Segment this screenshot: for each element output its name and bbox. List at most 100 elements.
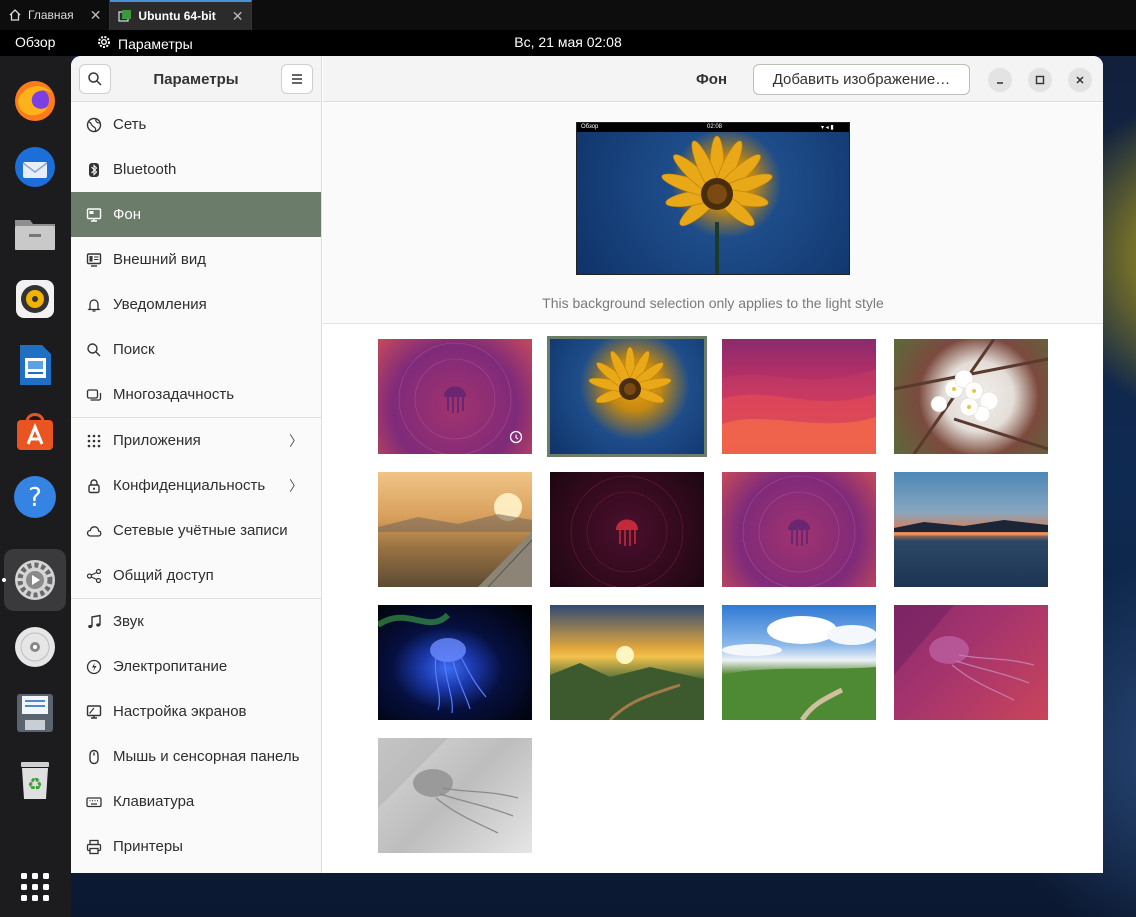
wallpaper-thumbnail[interactable] <box>550 472 704 587</box>
jellyfish-glow-image <box>378 612 487 714</box>
wallpaper-thumbnail[interactable] <box>550 605 704 720</box>
wallpaper-thumbnail[interactable] <box>378 605 532 720</box>
dvd-icon[interactable] <box>12 624 58 670</box>
sidebar-item-sound[interactable]: Звук <box>71 599 321 644</box>
chevron-right-icon: 〉 <box>289 432 303 449</box>
lock-icon <box>85 477 103 495</box>
search-icon <box>85 341 103 359</box>
jellyfish-purple-image <box>894 605 1035 701</box>
preview-note: This background selection only applies t… <box>542 295 884 311</box>
sidebar-item-privacy[interactable]: Конфиденциальность 〉 <box>71 463 321 508</box>
keyboard-icon <box>85 793 103 811</box>
jellyfish-gray-image <box>378 738 519 834</box>
sidebar-item-label: Настройка экранов <box>113 703 247 720</box>
sidebar-item-printers[interactable]: Принтеры <box>71 824 321 869</box>
cloud-icon <box>85 522 103 540</box>
close-button[interactable] <box>1068 68 1092 92</box>
clock[interactable]: Вс, 21 мая 02:08 <box>0 34 1136 50</box>
host-tab-label: Главная <box>28 8 74 22</box>
sidebar-item-search[interactable]: Поиск <box>71 327 321 372</box>
sidebar-list: Сеть Bluetooth Фон Внешний вид Уведомлен… <box>71 102 321 869</box>
preview-top-bar: Обзор 02:08 ▾ ◂ ▮ <box>577 123 849 132</box>
globe-icon <box>85 116 103 134</box>
maximize-button[interactable] <box>1028 68 1052 92</box>
mountain-sunset-image <box>550 646 704 720</box>
show-apps-icon[interactable] <box>12 864 58 910</box>
wallpaper-thumbnail[interactable] <box>722 472 876 587</box>
rhythmbox-icon[interactable] <box>12 276 58 322</box>
wallpaper-thumbnail[interactable] <box>378 472 532 587</box>
sidebar-item-label: Многозадачность <box>113 386 235 403</box>
host-tab-home[interactable]: Главная ✕ <box>0 0 111 30</box>
blossom-image <box>894 339 1048 454</box>
wallpaper-thumbnail[interactable] <box>722 605 876 720</box>
sidebar-item-displays[interactable]: Настройка экранов <box>71 689 321 734</box>
minimize-icon <box>997 82 1003 84</box>
sidebar-item-notifications[interactable]: Уведомления <box>71 282 321 327</box>
firefox-icon[interactable] <box>12 78 58 124</box>
save-icon[interactable] <box>12 690 58 736</box>
appearance-icon <box>85 251 103 269</box>
sidebar-item-mouse[interactable]: Мышь и сенсорная панель <box>71 734 321 779</box>
sidebar-item-label: Принтеры <box>113 838 183 855</box>
apps-grid-icon <box>85 432 103 450</box>
sidebar-item-appearance[interactable]: Внешний вид <box>71 237 321 282</box>
wallpaper-thumbnail[interactable] <box>378 339 532 454</box>
wallpaper-thumbnail[interactable] <box>722 339 876 454</box>
printer-icon <box>85 838 103 856</box>
sidebar-item-keyboard[interactable]: Клавиатура <box>71 779 321 824</box>
sidebar-item-applications[interactable]: Приложения 〉 <box>71 418 321 463</box>
display-icon <box>85 703 103 721</box>
field-boardwalk-image <box>378 493 532 587</box>
files-icon[interactable] <box>12 210 58 256</box>
host-tab-ubuntu[interactable]: Ubuntu 64-bit ✕ <box>110 0 253 30</box>
app-center-icon[interactable] <box>12 408 58 454</box>
chevron-right-icon: 〉 <box>289 477 303 494</box>
libreoffice-writer-icon[interactable] <box>12 342 58 388</box>
sidebar-item-online-accounts[interactable]: Сетевые учётные записи <box>71 508 321 553</box>
trash-icon[interactable]: ♻ <box>12 756 58 802</box>
settings-window: Параметры Сеть Bluetooth Фон Внешний вид <box>71 56 1103 873</box>
sidebar-item-bluetooth[interactable]: Bluetooth <box>71 147 321 192</box>
wallpaper-thumbnail[interactable] <box>894 605 1048 720</box>
monitor-icon <box>85 206 103 224</box>
sidebar-item-power[interactable]: Электропитание <box>71 644 321 689</box>
sidebar-item-label: Сеть <box>113 116 147 133</box>
wallpaper-thumbnail[interactable] <box>894 339 1048 454</box>
help-icon[interactable]: ? <box>12 474 58 520</box>
running-indicator <box>2 578 6 582</box>
main-menu-button[interactable] <box>281 64 313 94</box>
sidebar-item-label: Звук <box>113 613 144 630</box>
thunderbird-icon[interactable] <box>12 144 58 190</box>
close-icon[interactable]: ✕ <box>90 7 102 24</box>
jellyfish-logo-image <box>570 475 684 587</box>
background-preview: Обзор 02:08 ▾ ◂ ▮ <box>576 122 850 275</box>
multitasking-icon <box>85 386 103 404</box>
wallpaper-thumbnail[interactable] <box>894 472 1048 587</box>
sidebar-item-multitasking[interactable]: Многозадачность <box>71 372 321 417</box>
sidebar-item-network[interactable]: Сеть <box>71 102 321 147</box>
sidebar-item-label: Конфиденциальность <box>113 477 266 494</box>
sidebar-item-label: Клавиатура <box>113 793 195 810</box>
preview-status-icons: ▾ ◂ ▮ <box>821 125 834 131</box>
wallpaper-thumbnail-selected[interactable] <box>547 336 707 457</box>
settings-icon[interactable] <box>4 549 66 611</box>
sidebar: Параметры Сеть Bluetooth Фон Внешний вид <box>71 56 322 873</box>
page-title: Фон <box>696 71 728 88</box>
minimize-button[interactable] <box>988 68 1012 92</box>
home-icon <box>8 8 22 22</box>
add-image-button[interactable]: Добавить изображение… <box>753 64 970 95</box>
sidebar-item-label: Bluetooth <box>113 161 177 178</box>
sidebar-item-label: Приложения <box>113 432 201 449</box>
bluetooth-icon <box>85 161 103 179</box>
bell-icon <box>85 296 103 314</box>
close-icon[interactable]: ✕ <box>232 8 244 25</box>
svg-text:?: ? <box>28 483 42 513</box>
sidebar-item-background[interactable]: Фон <box>71 192 321 237</box>
jellyfish-logo-image <box>398 342 523 454</box>
preview-clock: 02:08 <box>707 124 723 130</box>
wallpaper-thumbnail[interactable] <box>378 738 532 853</box>
share-icon <box>85 567 103 585</box>
sidebar-item-sharing[interactable]: Общий доступ <box>71 553 321 598</box>
main-header: Фон Добавить изображение… <box>323 56 1103 102</box>
